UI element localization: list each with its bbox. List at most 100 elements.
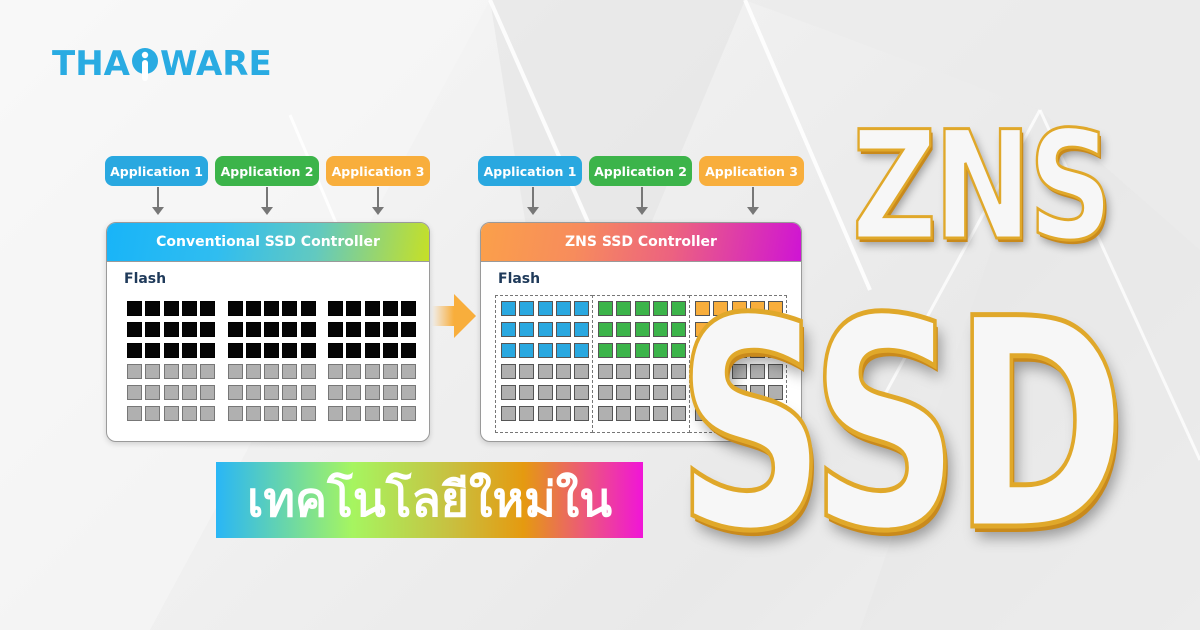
flash-block-gray [200, 364, 216, 379]
arrow-down-icon [372, 187, 384, 215]
flash-block-written [634, 301, 650, 316]
flash-block-free [634, 406, 650, 421]
flash-block-free [652, 364, 668, 379]
flash-block-black [127, 301, 142, 316]
flash-block-black [163, 343, 179, 358]
flash-block-black [200, 301, 216, 316]
controller-header: Conventional SSD Controller [107, 223, 429, 262]
flash-block-written [598, 322, 613, 337]
flash-block-gray [401, 406, 417, 421]
flash-block-gray [346, 364, 362, 379]
flash-block-black [382, 301, 398, 316]
flash-block-free [598, 385, 613, 400]
flash-block-written [501, 322, 516, 337]
flash-block-written [519, 343, 535, 358]
right-app-1: Application 1 [478, 156, 582, 186]
flash-block-black [145, 343, 161, 358]
app-label: Application 3 [705, 163, 798, 179]
flash-block-written [616, 322, 632, 337]
flash-block-gray [300, 364, 316, 379]
flash-block-black [401, 343, 417, 358]
arrow-right-icon [432, 294, 476, 338]
flash-block-gray [328, 406, 343, 421]
flash-block-written [501, 301, 516, 316]
flash-block-written [501, 343, 516, 358]
flash-block-written [634, 343, 650, 358]
flash-block-written [652, 301, 668, 316]
flash-block-written [634, 322, 650, 337]
flash-block-black [364, 322, 380, 337]
arrow-down-icon [747, 187, 759, 215]
flash-block-black [245, 343, 261, 358]
flash-block-black [145, 301, 161, 316]
flash-block-black [145, 322, 161, 337]
flash-block-free [616, 406, 632, 421]
flash-block-free [652, 406, 668, 421]
flash-block-free [537, 385, 553, 400]
flash-block-black [181, 322, 197, 337]
title-ssd: SSD [674, 258, 1128, 595]
arrow-down-icon [527, 187, 539, 215]
flash-block-gray [127, 385, 142, 400]
flash-block-gray [300, 406, 316, 421]
flash-block-gray [282, 385, 298, 400]
flash-block-free [598, 364, 613, 379]
flash-block-black [300, 322, 316, 337]
flash-block-black [264, 322, 280, 337]
flash-block-gray [181, 406, 197, 421]
flash-block-gray [364, 385, 380, 400]
flash-block-gray [227, 364, 243, 379]
right-app-2: Application 2 [589, 156, 692, 186]
flash-block-black [163, 322, 179, 337]
info-i-icon [131, 47, 159, 81]
flash-block-gray [145, 406, 161, 421]
thai-subtitle-banner: เทคโนโลยีใหม่ใน [216, 462, 643, 538]
flash-block-gray [264, 364, 280, 379]
flash-block-free [555, 364, 571, 379]
flash-block-gray [346, 406, 362, 421]
flash-block-black [163, 301, 179, 316]
flash-block-free [634, 364, 650, 379]
flash-block-free [574, 364, 590, 379]
flash-block-written [555, 322, 571, 337]
flash-block-gray [227, 385, 243, 400]
flash-block-free [501, 406, 516, 421]
flash-block-black [245, 322, 261, 337]
flash-block-gray [181, 364, 197, 379]
flash-block-black [282, 322, 298, 337]
flash-block-written [616, 343, 632, 358]
flash-block-free [501, 364, 516, 379]
flash-block-black [245, 301, 261, 316]
flash-block-black [328, 322, 343, 337]
flash-block-black [181, 343, 197, 358]
flash-block-black [227, 301, 243, 316]
flash-block-black [200, 322, 216, 337]
app-label: Application 2 [220, 163, 314, 179]
flash-block-gray [364, 406, 380, 421]
thaiware-logo[interactable]: THA WARE [52, 44, 272, 84]
flash-block-free [555, 406, 571, 421]
flash-block-written [537, 301, 553, 316]
flash-block-written [652, 343, 668, 358]
flash-block-black [300, 343, 316, 358]
flash-block-gray [328, 385, 343, 400]
flash-block-gray [200, 406, 216, 421]
flash-block-gray [227, 406, 243, 421]
flash-block-written [519, 301, 535, 316]
arrow-down-icon [152, 187, 164, 215]
arrow-down-icon [261, 187, 273, 215]
title-zns: ZNS [851, 100, 1114, 274]
flash-block-black [227, 343, 243, 358]
flash-block-gray [163, 364, 179, 379]
flash-block-gray [401, 385, 417, 400]
flash-block-black [346, 343, 362, 358]
flash-block-free [616, 364, 632, 379]
flash-block-black [346, 322, 362, 337]
flash-block-gray [145, 364, 161, 379]
flash-block-written [574, 322, 590, 337]
app-label: Application 1 [483, 163, 577, 179]
flash-block-written [616, 301, 632, 316]
flash-block-black [382, 322, 398, 337]
flash-block-black [364, 343, 380, 358]
flash-block-gray [364, 364, 380, 379]
